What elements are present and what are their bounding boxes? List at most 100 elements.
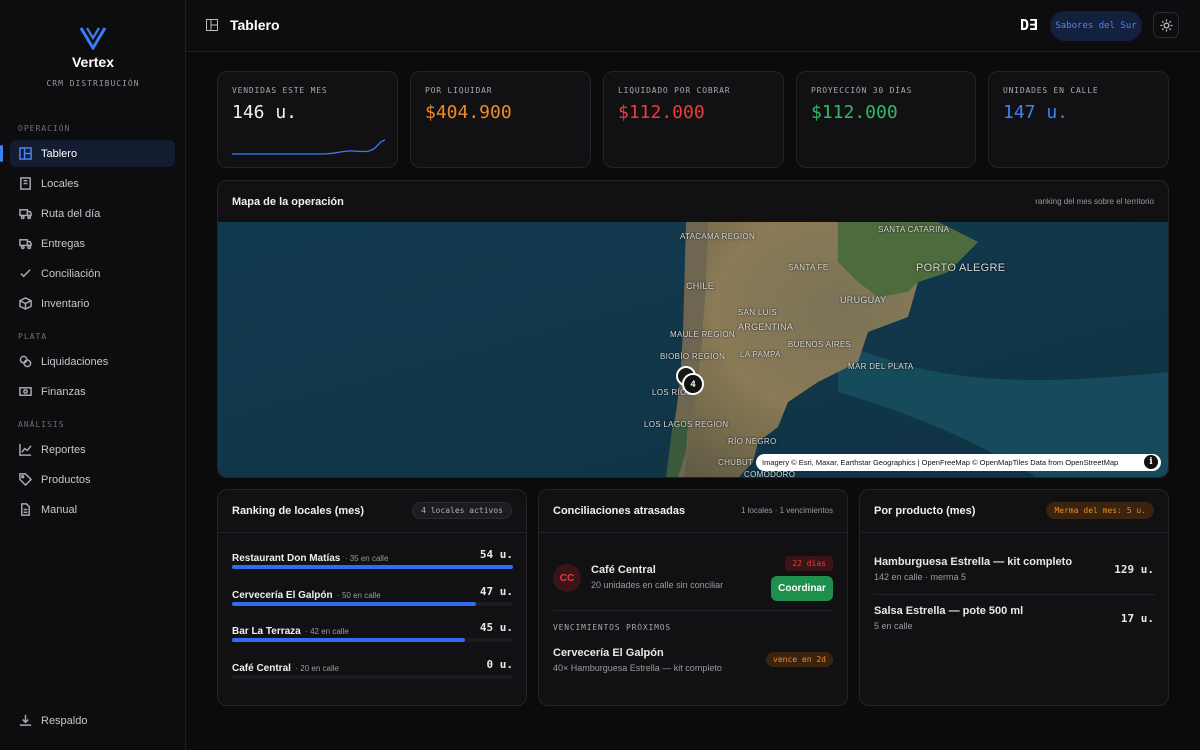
file-icon <box>21 503 30 516</box>
kpi-card-unidades-en-calle: UNIDADES EN CALLE 147 u. <box>988 71 1169 168</box>
dashboard-icon <box>19 147 32 160</box>
kpi-label: PROYECCIÓN 30 DÍAS <box>811 86 913 95</box>
overdue-local-name: Café Central <box>591 564 656 576</box>
kpi-card-vendidas: VENDIDAS ESTE MES 146 u. <box>217 71 398 168</box>
sidebar-item-label: Conciliación <box>41 267 101 280</box>
box-icon <box>19 297 32 310</box>
brand-subtitle: CRM DISTRIBUCIÓN <box>46 79 140 88</box>
theme-toggle-button[interactable] <box>1153 12 1179 38</box>
map-label: MAULE REGION <box>670 330 735 339</box>
ranking-row[interactable]: Cervecería El Galpón · 50 en calle 47 u. <box>232 585 513 606</box>
kpi-card-proyeccion: PROYECCIÓN 30 DÍAS $112.000 <box>796 71 976 168</box>
sidebar-item-tablero[interactable]: Tablero <box>0 140 175 167</box>
sidebar-item-reportes[interactable]: Reportes <box>10 436 175 463</box>
attribution-text: Imagery © Esri, Maxar, Earthstar Geograp… <box>762 458 1119 467</box>
local-in-street: · 50 en calle <box>337 591 381 600</box>
ranking-row[interactable]: Restaurant Don Matías · 35 en calle 54 u. <box>232 548 513 569</box>
kpi-label: VENDIDAS ESTE MES <box>232 86 328 95</box>
vertex-logo-icon <box>79 27 107 50</box>
conciliaciones-meta: 1 locales · 1 vencimientos <box>740 506 833 515</box>
sidebar-item-liquidaciones[interactable]: Liquidaciones <box>10 348 175 375</box>
section-plata: PLATA <box>18 332 48 341</box>
sidebar-item-manual[interactable]: Manual <box>10 496 175 523</box>
check-icon <box>20 269 31 278</box>
upcoming-section-title: VENCIMIENTOS PRÓXIMOS <box>553 623 671 632</box>
section-operacion: OPERACIÓN <box>18 124 71 133</box>
kpi-value: 146 u. <box>232 102 298 123</box>
active-locals-badge: 4 locales activos <box>412 502 512 519</box>
sidebar-item-label: Tablero <box>41 147 78 160</box>
tenant-selector[interactable]: Sabores del Sur <box>1050 11 1142 41</box>
map-canvas <box>218 222 1168 477</box>
upcoming-desc: 40× Hamburguesa Estrella — kit completo <box>553 663 722 673</box>
ranking-row[interactable]: Bar La Terraza · 42 en calle 45 u. <box>232 621 513 642</box>
map-label: LOS LAGOS REGION <box>644 420 729 429</box>
kpi-label: POR LIQUIDAR <box>425 86 493 95</box>
map-label: SAN LUIS <box>738 308 777 317</box>
kpi-card-por-liquidar: POR LIQUIDAR $404.900 <box>410 71 591 168</box>
sidebar-item-locales[interactable]: Locales <box>10 170 175 197</box>
page-title: Tablero <box>230 17 280 33</box>
local-in-street: · 20 en calle <box>295 664 339 673</box>
truck-icon <box>19 209 32 220</box>
map-attribution: Imagery © Esri, Maxar, Earthstar Geograp… <box>756 454 1161 471</box>
local-units: 0 u. <box>486 658 514 671</box>
local-in-street: · 42 en calle <box>305 627 349 636</box>
sidebar-item-entregas[interactable]: Entregas <box>10 230 175 257</box>
download-icon <box>19 714 32 726</box>
building-icon <box>20 177 31 190</box>
operation-map[interactable]: ATACAMA REGION SANTA CATARINA PORTO ALEG… <box>218 222 1168 477</box>
sidebar-item-productos[interactable]: Productos <box>10 466 175 493</box>
top-header: Tablero D∃ Sabores del Sur <box>186 0 1200 52</box>
app-logo: D∃ <box>1020 16 1039 34</box>
upcoming-local-name: Cervecería El Galpón <box>553 647 664 659</box>
due-badge: vence en 2d <box>766 652 833 667</box>
products-title: Por producto (mes) <box>874 505 976 517</box>
sidebar-item-inventario[interactable]: Inventario <box>10 290 175 317</box>
ranking-bar <box>232 565 513 569</box>
local-units: 45 u. <box>479 621 513 634</box>
backup-button[interactable]: Respaldo <box>10 707 175 734</box>
kpi-value: $112.000 <box>618 102 705 123</box>
product-name: Hamburguesa Estrella — kit completo <box>874 556 1073 568</box>
map-label: CHUBUT <box>718 458 754 467</box>
sidebar-item-ruta[interactable]: Ruta del día <box>10 200 175 227</box>
sidebar-item-label: Finanzas <box>41 385 86 398</box>
map-label: BUENOS AIRES <box>788 340 852 349</box>
ranking-row[interactable]: Café Central · 20 en calle 0 u. <box>232 658 514 679</box>
map-card: Mapa de la operación ranking del mes sob… <box>217 180 1169 478</box>
map-label: CHILE <box>686 281 715 291</box>
sidebar-item-finanzas[interactable]: Finanzas <box>10 378 175 405</box>
brand-name: Vertex <box>71 54 115 70</box>
map-cluster-marker[interactable]: 4 <box>682 373 704 395</box>
map-label: LA PAMPA <box>740 350 781 359</box>
sidebar-toggle-icon[interactable] <box>206 19 218 31</box>
map-label: SANTA CATARINA <box>878 225 950 234</box>
coordinar-button[interactable]: Coordinar <box>771 576 833 601</box>
sun-icon <box>1159 18 1173 32</box>
map-label: URUGUAY <box>840 295 887 305</box>
kpi-value: 147 u. <box>1003 102 1069 123</box>
sales-sparkline <box>232 139 385 155</box>
divider <box>553 610 834 611</box>
local-units: 54 u. <box>479 548 513 561</box>
map-label: RÍO NEGRO <box>728 437 777 446</box>
product-units: 129 u. <box>1114 563 1154 576</box>
banknote-icon <box>19 387 32 396</box>
map-label: SANTA FE <box>788 263 829 272</box>
info-icon[interactable]: i <box>1144 455 1158 469</box>
sidebar-item-conciliacion[interactable]: Conciliación <box>10 260 175 287</box>
ranking-bar <box>232 602 513 606</box>
local-in-street: · 35 en calle <box>344 554 389 563</box>
ranking-title: Ranking de locales (mes) <box>232 505 365 517</box>
ranking-bar <box>232 638 513 642</box>
kpi-label: LIQUIDADO POR COBRAR <box>618 86 731 95</box>
divider <box>874 594 1155 595</box>
sidebar-item-label: Locales <box>41 177 79 190</box>
ranking-card: Ranking de locales (mes) 4 locales activ… <box>217 489 527 706</box>
tag-icon <box>19 473 32 486</box>
map-label: BIOBÍO REGION <box>660 352 726 361</box>
overdue-local-desc: 20 unidades en calle sin conciliar <box>591 580 724 590</box>
map-label: MAR DEL PLATA <box>848 362 914 371</box>
sidebar-item-label: Entregas <box>41 237 86 250</box>
